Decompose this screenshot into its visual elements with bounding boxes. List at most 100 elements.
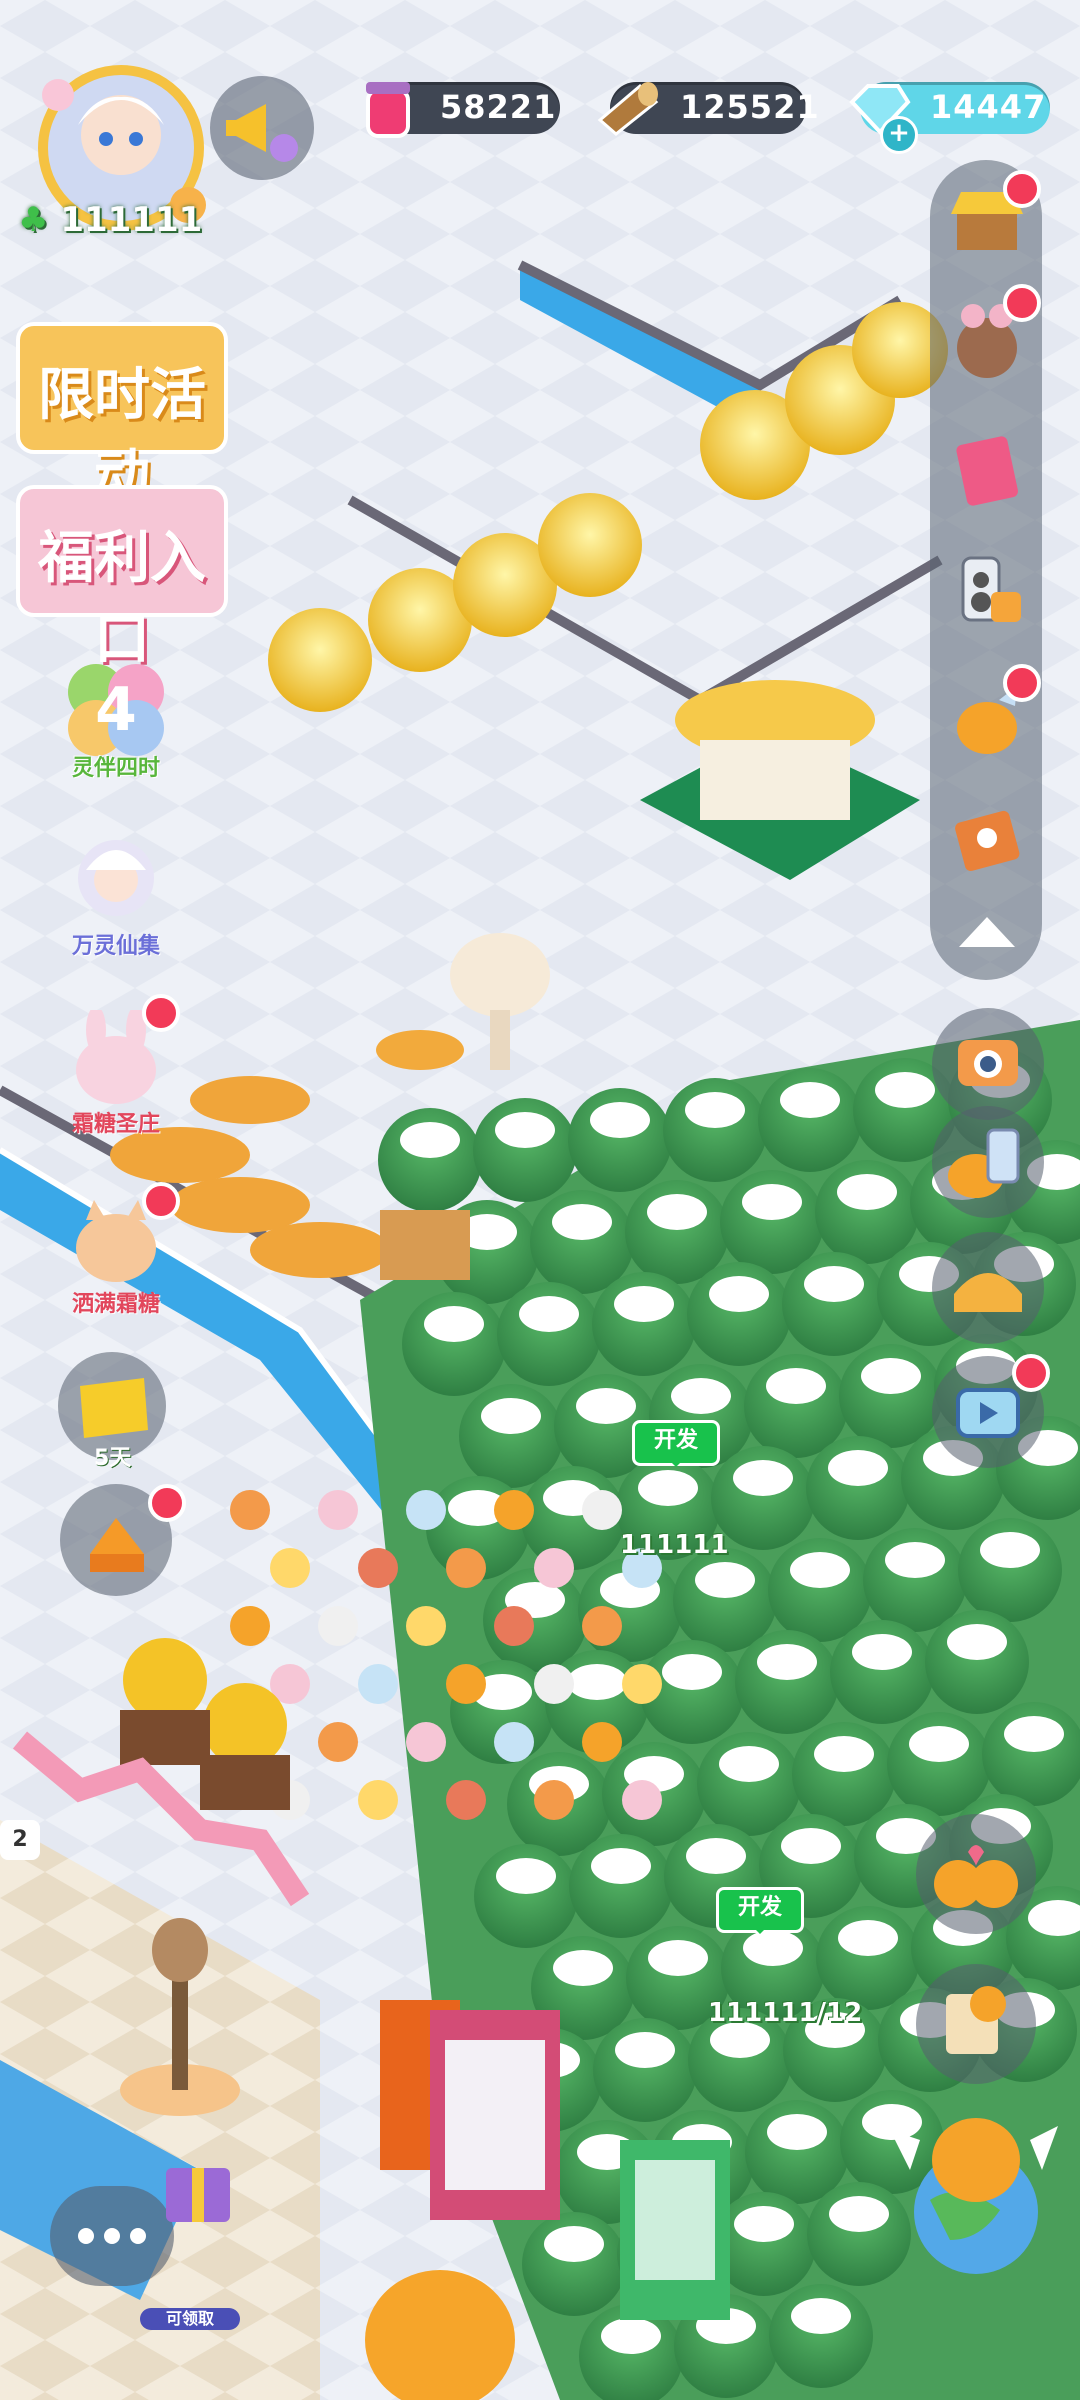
timed-gift-button[interactable]: 5天 bbox=[56, 1350, 168, 1471]
clover-icon: ♣ bbox=[18, 200, 49, 240]
snowy-tree bbox=[735, 1630, 839, 1734]
plot-number: 111111 bbox=[620, 1530, 729, 1560]
critter bbox=[582, 1606, 622, 1646]
frost-sugar-manor-button[interactable]: 霜糖圣庄 bbox=[56, 994, 180, 1140]
snowy-tree bbox=[568, 1088, 672, 1192]
critter bbox=[494, 1722, 534, 1762]
phone-icon bbox=[948, 1128, 1020, 1198]
announcement-horn-button[interactable] bbox=[210, 76, 314, 180]
snowy-tree bbox=[744, 1354, 848, 1458]
recipe-book-icon bbox=[955, 810, 1020, 872]
add-gems-button[interactable]: + bbox=[880, 116, 918, 154]
snowy-tree bbox=[569, 1834, 673, 1938]
collapse-rail-button[interactable] bbox=[937, 895, 1037, 965]
snowy-tree bbox=[663, 1078, 767, 1182]
camera-icon bbox=[958, 1040, 1018, 1086]
speaker-button[interactable] bbox=[937, 540, 1037, 640]
gift-box-icon bbox=[166, 2168, 230, 2222]
triangle-up-icon bbox=[959, 917, 1015, 947]
heart-chicks-icon bbox=[934, 1845, 1018, 1908]
critter bbox=[534, 1664, 574, 1704]
wood-counter[interactable]: 125521 bbox=[597, 82, 819, 136]
critter bbox=[446, 1664, 486, 1704]
potion-jar-icon bbox=[366, 82, 410, 138]
plot-number: 111111/12 bbox=[708, 1998, 863, 2028]
critter bbox=[406, 1606, 446, 1646]
critter bbox=[534, 1548, 574, 1588]
snowy-tree bbox=[593, 2018, 697, 2122]
critter bbox=[582, 1490, 622, 1530]
snowy-tree bbox=[758, 1068, 862, 1172]
gift-box-button[interactable] bbox=[146, 2132, 250, 2236]
friends-button[interactable] bbox=[937, 284, 1041, 390]
snowy-tree bbox=[925, 1610, 1029, 1714]
snowy-tree bbox=[782, 1252, 886, 1356]
horn-icon bbox=[226, 104, 298, 162]
critter bbox=[622, 1780, 662, 1820]
snowy-tree bbox=[673, 1548, 777, 1652]
snowy-tree bbox=[887, 1712, 991, 1816]
snowy-tree bbox=[497, 1282, 601, 1386]
flying-chick-globe-button[interactable] bbox=[880, 2100, 1060, 2280]
limited-event-button[interactable]: 限时活动 bbox=[16, 322, 228, 509]
snowy-tree bbox=[958, 1518, 1062, 1622]
left-counter-badge: 2 bbox=[0, 1820, 40, 1860]
snowy-tree bbox=[378, 1108, 482, 1212]
snowy-tree bbox=[592, 1272, 696, 1376]
chick-pair-button[interactable] bbox=[916, 1814, 1036, 1934]
video-reward-button[interactable] bbox=[932, 1354, 1050, 1468]
clover-count: ♣ 111111 bbox=[18, 200, 203, 240]
critter bbox=[270, 1548, 310, 1588]
potion-counter[interactable]: 58221 bbox=[366, 82, 560, 138]
snowy-tree bbox=[769, 2284, 873, 2388]
notification-dot bbox=[1003, 170, 1041, 208]
wood-log-icon bbox=[597, 82, 659, 136]
snowy-tree bbox=[402, 1292, 506, 1396]
season-companion-button[interactable]: 4 灵伴四时 bbox=[56, 652, 176, 782]
notification-dot bbox=[1003, 664, 1041, 702]
snowy-tree bbox=[625, 1180, 729, 1284]
recipe-book-button[interactable] bbox=[937, 790, 1037, 890]
snowy-tree bbox=[816, 1906, 920, 2010]
snowy-tree bbox=[806, 1436, 910, 1540]
claimable-badge[interactable]: 可领取 bbox=[140, 2308, 240, 2330]
phone-chick-button[interactable] bbox=[932, 1106, 1044, 1218]
camera-button[interactable] bbox=[932, 1008, 1044, 1120]
season-number: 4 bbox=[95, 675, 137, 745]
market-hall-button[interactable] bbox=[932, 1232, 1044, 1344]
snowy-tree bbox=[720, 1170, 824, 1274]
gem-counter[interactable]: + 14447 bbox=[849, 82, 1050, 154]
critter bbox=[406, 1722, 446, 1762]
snowy-tree bbox=[863, 1528, 967, 1632]
shop-stall-button[interactable] bbox=[937, 170, 1041, 270]
snowy-tree bbox=[530, 1190, 634, 1294]
quest-book-icon bbox=[946, 1986, 1006, 2054]
sprinkle-frost-sugar-button[interactable]: 洒满霜糖 bbox=[56, 1182, 180, 1320]
develop-plot-flag[interactable]: 开发 bbox=[632, 1420, 720, 1467]
notification-dot bbox=[142, 1182, 180, 1220]
four-leaf-clover-icon: 4 bbox=[68, 664, 164, 756]
snowy-tree bbox=[474, 1844, 578, 1948]
snowy-tree bbox=[473, 1098, 577, 1202]
welfare-entrance-button[interactable]: 福利入口 bbox=[16, 485, 228, 672]
critter bbox=[318, 1722, 358, 1762]
critter bbox=[622, 1664, 662, 1704]
critter bbox=[494, 1490, 534, 1530]
cake-event-button[interactable] bbox=[60, 1484, 186, 1596]
critter bbox=[534, 1780, 574, 1820]
album-button[interactable] bbox=[937, 420, 1037, 520]
snowy-tree bbox=[792, 1722, 896, 1826]
critter bbox=[358, 1664, 398, 1704]
quest-book-button[interactable] bbox=[916, 1964, 1036, 2084]
critter bbox=[494, 1606, 534, 1646]
building-icon bbox=[954, 1273, 1022, 1312]
globe-chick-icon bbox=[890, 2118, 1058, 2274]
develop-plot-flag[interactable]: 开发 bbox=[716, 1887, 804, 1934]
spirit-market-button[interactable]: 万灵仙集 bbox=[56, 830, 176, 960]
chick-task-button[interactable] bbox=[937, 664, 1041, 770]
snowy-tree bbox=[839, 1344, 943, 1448]
notification-dot bbox=[1003, 284, 1041, 322]
snowy-tree bbox=[459, 1384, 563, 1488]
critter bbox=[318, 1606, 358, 1646]
critter bbox=[358, 1780, 398, 1820]
